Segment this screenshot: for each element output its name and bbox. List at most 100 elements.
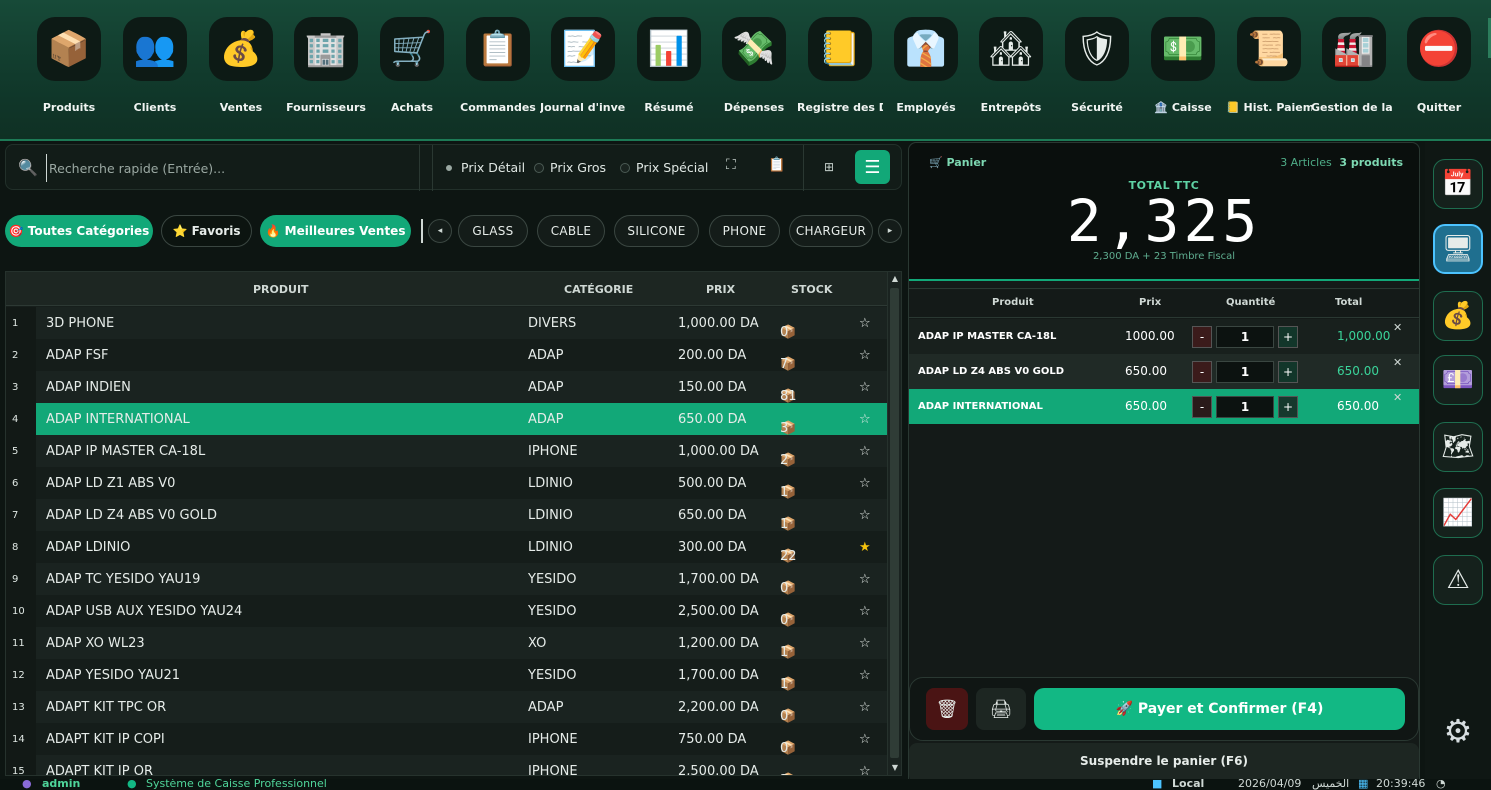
cart-item[interactable]: ADAP INTERNATIONAL 650.00 -1 +650.00 ✕ <box>909 389 1419 424</box>
table-row[interactable]: 8 ADAP LDINIO LDINIO 300.00 DA 📦 22 ★ <box>6 531 888 564</box>
table-row[interactable]: 12 ADAP YESIDO YAU21 YESIDO 1,700.00 DA 📦 1 ☆ <box>6 659 888 692</box>
category-glass[interactable]: GLASS <box>458 215 528 247</box>
favorite-star-icon[interactable]: ☆ <box>859 348 871 363</box>
qty-input[interactable]: 1 <box>1216 396 1274 418</box>
scroll-right-button[interactable]: ▸ <box>878 219 902 243</box>
increase-qty-button[interactable]: + <box>1278 361 1298 383</box>
table-row[interactable]: 1 3D PHONE DIVERS 1,000.00 DA 📦 0 ☆ <box>6 307 888 340</box>
filter-favorites[interactable]: ⭐ Favoris <box>161 215 252 247</box>
table-row[interactable]: 13 ADAPT KIT TPC OR ADAP 2,200.00 DA 📦 0 ☆ <box>6 691 888 724</box>
stock-value: 2 <box>780 773 788 775</box>
nav-item-1[interactable]: 👥 Clients <box>112 17 198 127</box>
cart-item[interactable]: ADAP LD Z4 ABS V0 GOLD 650.00 -1 +650.00 ✕ <box>909 354 1419 389</box>
remove-item-icon[interactable]: ✕ <box>1393 391 1402 404</box>
category-chargeur[interactable]: CHARGEUR <box>789 215 873 247</box>
favorite-star-icon[interactable]: ☆ <box>859 636 871 651</box>
nav-item-3[interactable]: 🏢 Fournisseurs <box>283 17 369 127</box>
grid-view-icon[interactable]: ⊞ <box>824 160 834 174</box>
nav-item-16[interactable]: ⛔ Quitter <box>1396 17 1482 127</box>
scroll-left-button[interactable]: ◂ <box>428 219 452 243</box>
nav-item-8[interactable]: 💸 Dépenses <box>711 17 797 127</box>
decrease-qty-button[interactable]: - <box>1192 361 1212 383</box>
favorite-star-icon[interactable]: ☆ <box>859 508 871 523</box>
nav-item-4[interactable]: 🛒 Achats <box>369 17 455 127</box>
nav-item-2[interactable]: 💰 Ventes <box>198 17 284 127</box>
nav-item-13[interactable]: 💵 🏦 Caisse <box>1140 17 1226 127</box>
favorite-star-icon[interactable]: ★ <box>859 540 871 555</box>
category-silicone[interactable]: SILICONE <box>614 215 699 247</box>
nav-item-14[interactable]: 📜 📒 Hist. Paiement <box>1226 17 1312 127</box>
nav-item-0[interactable]: 📦 Produits <box>26 17 112 127</box>
total-amount: 2,325 <box>1066 187 1262 255</box>
fullscreen-icon[interactable]: ⛶ <box>726 157 736 173</box>
favorite-star-icon[interactable]: ☆ <box>859 476 871 491</box>
favorite-star-icon[interactable]: ☆ <box>859 668 871 683</box>
favorite-star-icon[interactable]: ☆ <box>859 764 871 775</box>
search-input[interactable] <box>46 154 416 182</box>
table-row[interactable]: 7 ADAP LD Z4 ABS V0 GOLD LDINIO 650.00 DA 📦 1… <box>6 499 888 532</box>
scroll-down-arrow[interactable]: ▼ <box>888 761 901 775</box>
table-row[interactable]: 15ADAPT KIT IP ORIPHONE2,500.00 DA📦2☆ <box>6 755 888 775</box>
favorite-star-icon[interactable]: ☆ <box>859 316 871 331</box>
right-sidebar: 📅 🖥 💰 💷 🗺 📈 ⚠ ⚙ <box>1425 142 1491 790</box>
favorite-star-icon[interactable]: ☆ <box>859 604 871 619</box>
filter-all-categories[interactable]: 🎯 Toutes Catégories <box>5 215 153 247</box>
table-row[interactable]: 5 ADAP IP MASTER CA-18L IPHONE 1,000.00 DA 📦… <box>6 435 888 468</box>
radio-prix-detail[interactable]: Prix Détail <box>443 160 525 175</box>
remove-item-icon[interactable]: ✕ <box>1393 321 1402 334</box>
qty-input[interactable]: 1 <box>1216 326 1274 348</box>
table-scrollbar[interactable]: ▲ ▼ <box>887 272 901 775</box>
product-name: ADAP LDINIO <box>46 540 131 555</box>
favorite-star-icon[interactable]: ☆ <box>859 572 871 587</box>
warning-icon[interactable]: ⚠ <box>1433 555 1483 605</box>
decrease-qty-button[interactable]: - <box>1192 326 1212 348</box>
nav-item-11[interactable]: 🏘 Entrepôts <box>968 17 1054 127</box>
increase-qty-button[interactable]: + <box>1278 396 1298 418</box>
table-row[interactable]: 10 ADAP USB AUX YESIDO YAU24 YESIDO 2,500.0… <box>6 595 888 628</box>
nav-item-15[interactable]: 🏭 Gestion de la produ <box>1311 17 1397 127</box>
category-phone[interactable]: PHONE <box>709 215 780 247</box>
nav-item-6[interactable]: 📝 Journal d'inventa <box>540 17 626 127</box>
nav-item-7[interactable]: 📊 Résumé <box>626 17 712 127</box>
monitor-icon[interactable]: 🖥 <box>1433 224 1483 274</box>
scroll-thumb[interactable] <box>890 288 899 758</box>
category-cable[interactable]: CABLE <box>537 215 605 247</box>
decrease-qty-button[interactable]: - <box>1192 396 1212 418</box>
pound-note-icon[interactable]: 💷 <box>1433 355 1483 405</box>
calendar-icon[interactable]: 📅 <box>1433 159 1483 209</box>
print-button[interactable]: 🖨 <box>976 688 1026 730</box>
table-row[interactable]: 11 ADAP XO WL23 XO 1,200.00 DA 📦 1 ☆ <box>6 627 888 660</box>
table-row[interactable]: 14 ADAPT KIT IP COPI IPHONE 750.00 DA 📦 0 ☆ <box>6 723 888 756</box>
cart-item[interactable]: ADAP IP MASTER CA-18L 1000.00 -1 +1,000.00 ✕ <box>909 319 1419 354</box>
table-row[interactable]: 4 ADAP INTERNATIONAL ADAP 650.00 DA 📦 3 ☆ <box>6 403 888 436</box>
scroll-up-arrow[interactable]: ▲ <box>888 272 901 286</box>
nav-item-12[interactable]: 🛡 Sécurité <box>1054 17 1140 127</box>
table-row[interactable]: 9 ADAP TC YESIDO YAU19 YESIDO 1,700.00 DA 📦 0… <box>6 563 888 596</box>
clear-cart-button[interactable]: 🗑 <box>926 688 968 730</box>
nav-item-5[interactable]: 📋 Commandes <box>455 17 541 127</box>
table-row[interactable]: 6 ADAP LD Z1 ABS V0 LDINIO 500.00 DA 📦 1 ☆ <box>6 467 888 500</box>
nav-item-9[interactable]: 📒 Registre des Dette <box>797 17 883 127</box>
radio-prix-special[interactable]: Prix Spécial <box>620 160 708 175</box>
clipboard-icon[interactable]: 📋 <box>768 157 785 173</box>
list-view-button[interactable]: ☰ <box>855 150 890 184</box>
favorite-star-icon[interactable]: ☆ <box>859 380 871 395</box>
money-bag-icon[interactable]: 💰 <box>1433 291 1483 341</box>
trend-chart-icon[interactable]: 📈 <box>1433 488 1483 538</box>
favorite-star-icon[interactable]: ☆ <box>859 412 871 427</box>
gear-icon[interactable]: ⚙ <box>1433 706 1483 756</box>
qty-input[interactable]: 1 <box>1216 361 1274 383</box>
favorite-star-icon[interactable]: ☆ <box>859 444 871 459</box>
favorite-star-icon[interactable]: ☆ <box>859 732 871 747</box>
map-icon[interactable]: 🗺 <box>1433 422 1483 472</box>
increase-qty-button[interactable]: + <box>1278 326 1298 348</box>
favorite-star-icon[interactable]: ☆ <box>859 700 871 715</box>
radio-prix-gros[interactable]: Prix Gros <box>534 160 606 175</box>
table-row[interactable]: 2 ADAP FSF ADAP 200.00 DA 📦 7 ☆ <box>6 339 888 372</box>
nav-item-10[interactable]: 👔 Employés <box>883 17 969 127</box>
suspend-cart-button[interactable]: Suspendre le panier (F6) <box>909 743 1419 783</box>
remove-item-icon[interactable]: ✕ <box>1393 356 1402 369</box>
pay-confirm-button[interactable]: 🚀 Payer et Confirmer (F4) <box>1034 688 1405 730</box>
table-row[interactable]: 3 ADAP INDIEN ADAP 150.00 DA 📦 81 ☆ <box>6 371 888 404</box>
filter-best-sellers[interactable]: 🔥 Meilleures Ventes <box>260 215 411 247</box>
